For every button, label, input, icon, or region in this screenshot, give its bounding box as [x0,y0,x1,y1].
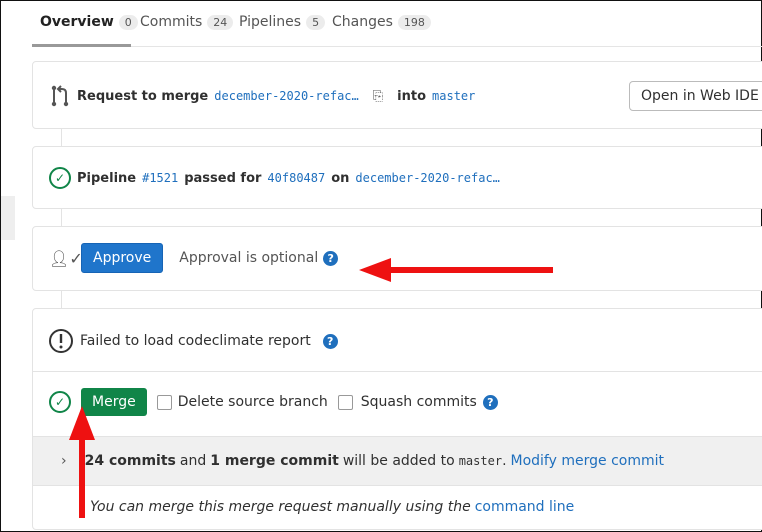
approval-user-check-icon: 👤︎✓ [49,248,83,268]
merge-request-header-card: Request to merge december-2020-refac… ⎘ … [32,61,762,129]
warning-circle-icon [49,329,73,353]
tab-overview[interactable]: Overview 0 [40,14,138,30]
tab-label: Overview [40,14,114,30]
target-branch: master [458,454,503,468]
request-label: Request to merge [77,88,209,104]
copy-branch-icon[interactable]: ⎘ [373,89,383,104]
active-tab-indicator [32,44,131,47]
chevron-right-icon[interactable]: › [61,453,67,469]
merge-request-icon [51,85,69,107]
pipeline-label: Pipeline [77,170,137,186]
target-branch-link[interactable]: master [432,89,475,103]
mr-tabs: Overview 0 Commits 24 Pipelines 5 Changes 19… [32,1,762,47]
sidebar-edge [1,196,15,240]
modify-merge-commit-link[interactable]: Modify merge commit [511,453,664,469]
connector [61,209,62,226]
source-branch-link[interactable]: december-2020-refac… [214,89,359,103]
passed-for-label: passed for [184,170,262,186]
pipeline-id-link[interactable]: #1521 [142,171,178,185]
tab-commits[interactable]: Commits 24 [140,14,234,30]
delete-source-branch-label[interactable]: Delete source branch [178,394,328,410]
on-label: on [331,170,350,186]
pipeline-branch-link[interactable]: december-2020-refac… [355,171,500,185]
connector [61,129,62,146]
tab-pipelines[interactable]: Pipelines 5 [239,14,326,30]
approval-optional-text: Approval is optional [179,250,319,266]
red-arrow-annotation-left [359,258,553,282]
red-arrow-annotation-up [69,406,95,518]
pipeline-passed-icon[interactable]: ✓ [49,167,71,189]
codeclimate-status-text: Failed to load codeclimate report [80,333,311,349]
tab-label: Changes [332,14,393,30]
tab-count: 5 [306,14,326,30]
tab-count: 24 [207,14,234,30]
merge-card: Failed to load codeclimate report ? ✓ Me… [32,308,762,530]
help-icon[interactable]: ? [322,333,338,349]
command-line-link[interactable]: command line [475,499,575,515]
tab-label: Commits [140,14,203,30]
commits-count: 24 commits [84,453,176,469]
help-icon[interactable]: ? [323,250,339,266]
and-text: and [179,453,207,469]
merge-commit-count: 1 merge commit [210,453,339,469]
period: . [502,453,507,469]
into-label: into [397,88,427,104]
manual-merge-text: You can merge this merge request manuall… [90,499,471,515]
tab-count: 198 [397,14,431,30]
connector [61,291,62,308]
added-to-text: will be added to [342,453,455,469]
delete-source-branch-checkbox[interactable] [156,394,172,410]
pipeline-card: ✓ Pipeline #1521 passed for 40f80487 on … [32,146,762,209]
open-web-ide-button[interactable]: Open in Web IDE [629,81,762,111]
commits-info-bar: › 24 commits and 1 merge commit will be … [33,436,762,486]
help-icon[interactable]: ? [482,394,498,410]
squash-commits-checkbox[interactable] [337,394,353,410]
tab-label: Pipelines [239,14,302,30]
commit-link[interactable]: 40f80487 [267,171,325,185]
tab-count: 0 [118,14,138,30]
squash-commits-label[interactable]: Squash commits [361,394,477,410]
tab-changes[interactable]: Changes 198 [332,14,431,30]
approve-button[interactable]: Approve [81,243,164,273]
